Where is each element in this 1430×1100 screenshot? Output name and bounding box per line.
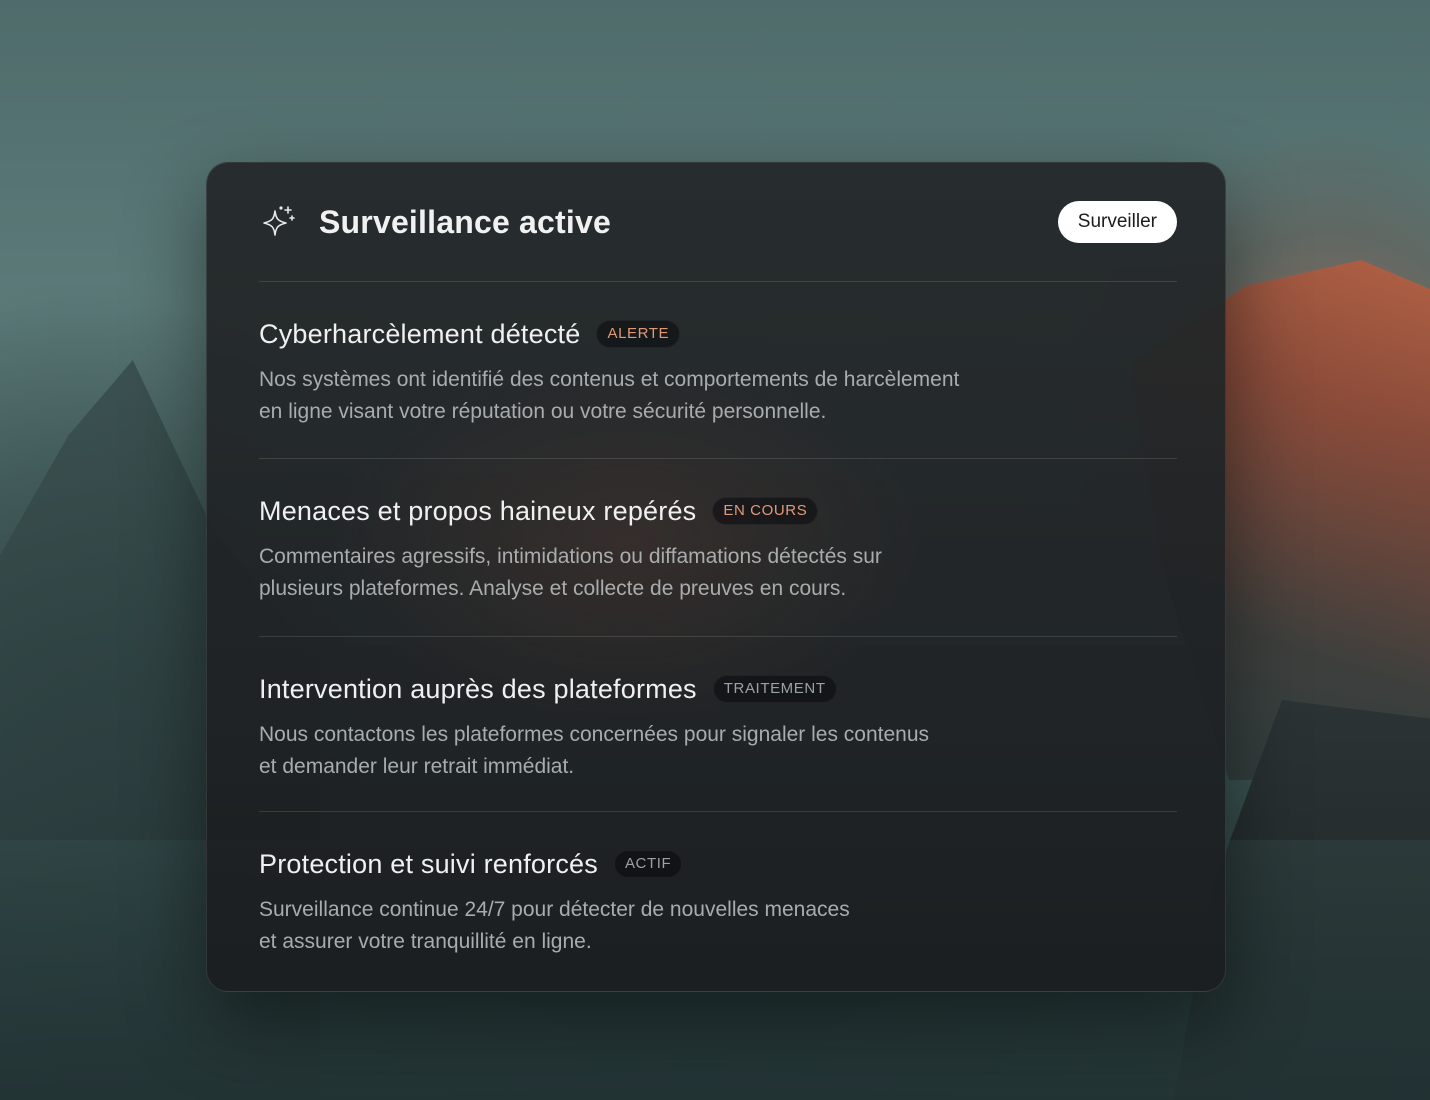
status-badge: TRAITEMENT <box>712 675 837 703</box>
status-badge: ALERTE <box>596 320 681 348</box>
item-title-row: Cyberharcèlement détecté ALERTE <box>259 316 1177 352</box>
card-header: Surveillance active Surveiller <box>259 163 1177 282</box>
item-title-row: Intervention auprès des plateformes TRAI… <box>259 671 1177 707</box>
background-scene: Surveillance active Surveiller Cyberharc… <box>0 0 1430 1100</box>
list-item: Menaces et propos haineux repérés EN COU… <box>259 459 1177 637</box>
item-description: Commentaires agressifs, intimidations ou… <box>259 545 882 600</box>
list-item: Intervention auprès des plateformes TRAI… <box>259 637 1177 812</box>
item-description: Surveillance continue 24/7 pour détecter… <box>259 898 850 953</box>
status-badge: ACTIF <box>613 850 683 878</box>
list-item: Protection et suivi renforcés ACTIF Surv… <box>259 812 1177 992</box>
item-title-row: Menaces et propos haineux repérés EN COU… <box>259 493 1177 529</box>
item-title: Intervention auprès des plateformes <box>259 673 697 704</box>
monitoring-card: Surveillance active Surveiller Cyberharc… <box>206 162 1226 992</box>
item-description: Nos systèmes ont identifié des contenus … <box>259 368 960 423</box>
item-description: Nous contactons les plateformes concerné… <box>259 723 930 778</box>
status-badge: EN COURS <box>712 497 819 525</box>
monitor-button[interactable]: Surveiller <box>1057 201 1177 243</box>
item-title: Cyberharcèlement détecté <box>259 318 581 349</box>
sparkles-icon <box>259 202 299 242</box>
item-title: Menaces et propos haineux repérés <box>259 495 697 526</box>
list-item: Cyberharcèlement détecté ALERTE Nos syst… <box>259 282 1177 459</box>
card-title: Surveillance active <box>319 203 611 240</box>
item-title: Protection et suivi renforcés <box>259 848 598 879</box>
title-group: Surveillance active <box>259 202 611 242</box>
item-title-row: Protection et suivi renforcés ACTIF <box>259 846 1177 882</box>
